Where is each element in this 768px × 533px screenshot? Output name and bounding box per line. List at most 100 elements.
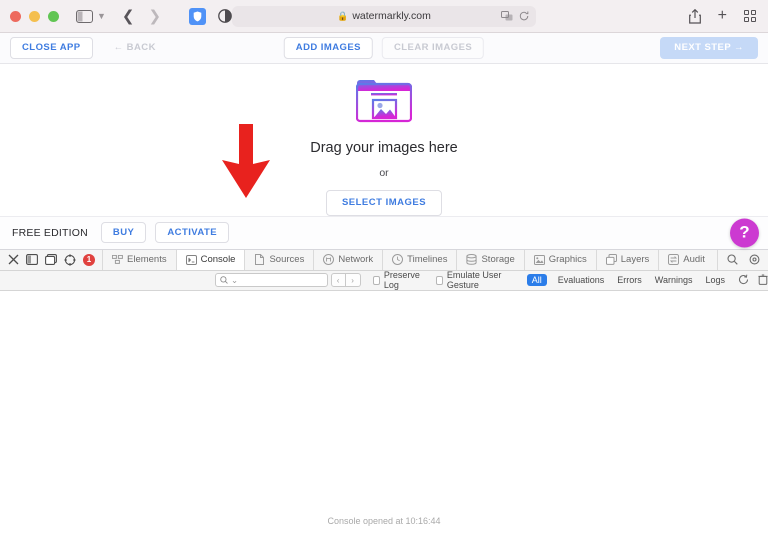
clear-icon[interactable] — [738, 274, 749, 287]
dropzone-or-label: or — [379, 167, 389, 179]
clock-icon — [392, 254, 404, 265]
activate-button[interactable]: ACTIVATE — [155, 221, 230, 244]
checkbox-box — [372, 275, 380, 285]
chevron-down-icon[interactable]: ▼ — [97, 11, 106, 21]
next-step-button[interactable]: NEXT STEP → — [660, 37, 758, 59]
zoom-window-button[interactable] — [48, 10, 59, 22]
error-count-badge[interactable]: 1 — [83, 253, 95, 266]
tab-storage-label: Storage — [481, 254, 515, 265]
address-bar[interactable]: 🔒 watermarkly.com — [232, 5, 536, 27]
tab-elements[interactable]: Elements — [102, 249, 176, 270]
url-text: watermarkly.com — [352, 10, 431, 22]
search-chevron-icon[interactable]: ⌄ — [231, 275, 238, 286]
back-button[interactable]: ← BACK — [102, 37, 168, 59]
audit-icon — [668, 254, 680, 265]
tab-audit[interactable]: Audit — [658, 249, 714, 270]
share-icon[interactable] — [688, 8, 701, 24]
lock-icon: 🔒 — [337, 10, 349, 21]
window-controls — [10, 10, 59, 22]
extension-buttons — [189, 7, 233, 25]
emulate-user-gesture-checkbox[interactable]: Emulate User Gesture — [435, 270, 514, 290]
back-button-label: BACK — [126, 42, 156, 54]
dock-side-icon[interactable] — [26, 254, 38, 266]
toolbar-right-actions: + — [688, 8, 756, 24]
trash-icon[interactable] — [758, 274, 768, 287]
tab-timelines[interactable]: Timelines — [382, 249, 456, 270]
tab-network[interactable]: Network — [313, 249, 382, 270]
back-arrow-icon: ← — [113, 42, 124, 54]
network-icon — [323, 254, 335, 265]
gear-icon[interactable] — [748, 254, 760, 266]
console-actions — [738, 274, 768, 287]
database-icon — [466, 254, 478, 265]
edition-label: FREE EDITION — [12, 226, 88, 239]
app-toolbar-center: ADD IMAGES CLEAR IMAGES — [283, 37, 485, 59]
forward-button[interactable]: ❯ — [149, 8, 162, 24]
filter-errors[interactable]: Errors — [615, 274, 644, 286]
inspector-toolbar-right — [717, 249, 768, 270]
browser-window: ▼ ❮ ❯ 🔒 watermarkly.com + CLOSE APP ← BA… — [0, 0, 768, 533]
console-search-nav: ‹ › — [330, 273, 361, 287]
search-icon — [220, 276, 228, 284]
back-button[interactable]: ❮ — [122, 8, 135, 24]
reload-icon[interactable] — [519, 11, 529, 21]
filter-all[interactable]: All — [526, 274, 547, 286]
filter-evaluations[interactable]: Evaluations — [556, 274, 607, 286]
new-tab-button[interactable]: + — [718, 8, 727, 24]
dropzone-title: Drag your images here — [310, 140, 458, 156]
image-dropzone[interactable]: Drag your images here or SELECT IMAGES — [0, 64, 768, 217]
console-icon — [185, 254, 197, 265]
tab-layers-label: Layers — [620, 254, 650, 265]
search-prev-button[interactable]: ‹ — [330, 273, 346, 287]
buy-button[interactable]: BUY — [100, 221, 147, 244]
search-next-button[interactable]: › — [345, 273, 361, 287]
tab-grid-icon[interactable] — [744, 10, 756, 22]
add-images-button[interactable]: ADD IMAGES — [283, 37, 373, 59]
document-icon — [254, 254, 265, 265]
tab-graphics[interactable]: Graphics — [523, 249, 596, 270]
tab-sources-label: Sources — [269, 254, 305, 265]
inspector-tabs: Elements Console Sources Network Timelin… — [102, 249, 717, 270]
browser-toolbar: ▼ ❮ ❯ 🔒 watermarkly.com + — [0, 0, 768, 33]
console-filter-bar: ⌄ ‹ › Preserve Log Emulate User Gesture … — [0, 270, 768, 291]
help-button[interactable]: ? — [730, 218, 759, 247]
close-window-button[interactable] — [10, 10, 21, 22]
shield-icon[interactable] — [189, 7, 207, 25]
console-output[interactable]: Console opened at 10:16:44 — [0, 290, 768, 533]
next-step-label: NEXT STEP — [674, 42, 731, 54]
red-down-arrow — [222, 124, 270, 198]
tab-timelines-label: Timelines — [407, 254, 448, 265]
console-status-message: Console opened at 10:16:44 — [327, 516, 441, 526]
navigation-buttons: ❮ ❯ — [122, 8, 162, 24]
console-search-input[interactable]: ⌄ — [215, 273, 328, 287]
crosshair-icon[interactable] — [64, 253, 76, 266]
sidebar-icon[interactable] — [75, 5, 93, 27]
tab-sources[interactable]: Sources — [244, 249, 313, 270]
dock-bottom-icon[interactable] — [45, 254, 57, 266]
tab-console[interactable]: Console — [175, 249, 245, 270]
console-level-filters: All Evaluations Errors Warnings Logs — [526, 274, 727, 286]
filter-warnings[interactable]: Warnings — [653, 274, 695, 286]
contrast-icon[interactable] — [218, 8, 233, 24]
inspector-controls: 1 — [0, 250, 102, 270]
tab-storage[interactable]: Storage — [456, 249, 523, 270]
emulate-user-gesture-label: Emulate User Gesture — [446, 270, 502, 290]
close-icon[interactable] — [7, 254, 19, 266]
app-toolbar-left: CLOSE APP ← BACK — [10, 37, 168, 59]
minimize-window-button[interactable] — [29, 10, 40, 22]
clear-images-button[interactable]: CLEAR IMAGES — [381, 37, 485, 59]
tab-audit-label: Audit — [683, 254, 705, 265]
search-icon[interactable] — [726, 254, 738, 266]
translate-icon[interactable] — [501, 11, 513, 21]
tab-graphics-label: Graphics — [548, 254, 587, 265]
preserve-log-checkbox[interactable]: Preserve Log — [372, 270, 424, 290]
layers-icon — [605, 254, 617, 265]
select-images-button[interactable]: SELECT IMAGES — [325, 190, 443, 216]
filter-logs[interactable]: Logs — [703, 274, 727, 286]
tab-network-label: Network — [338, 254, 374, 265]
elements-icon — [112, 254, 123, 265]
address-bar-actions — [501, 11, 529, 21]
preserve-log-label: Preserve Log — [383, 270, 420, 290]
tab-layers[interactable]: Layers — [595, 249, 659, 270]
close-app-button[interactable]: CLOSE APP — [10, 37, 93, 59]
